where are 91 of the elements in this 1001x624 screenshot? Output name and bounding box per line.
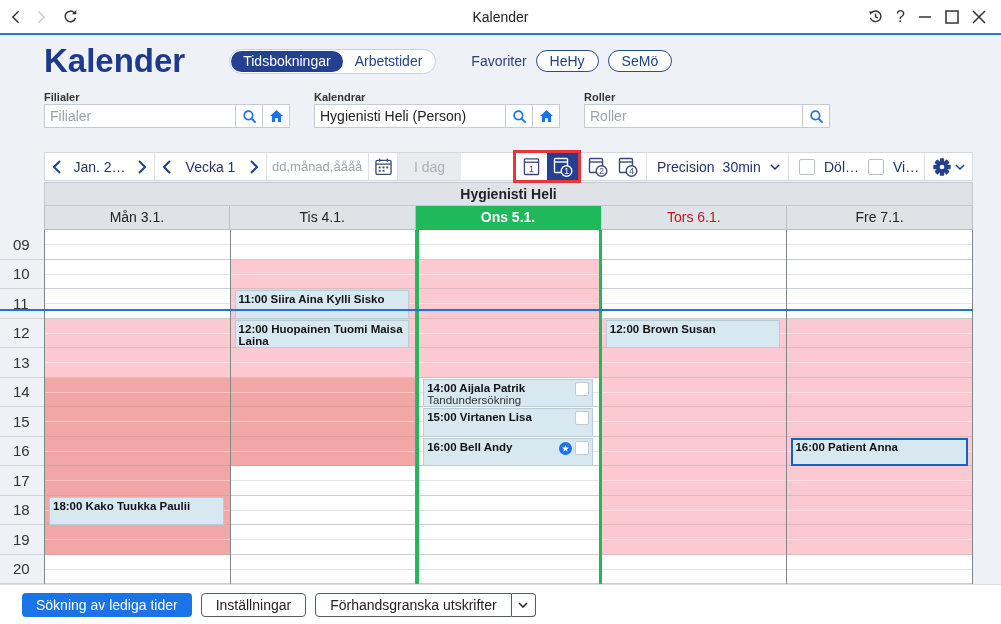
checkbox-option[interactable]: Döl… bbox=[789, 153, 858, 180]
appointment-title: 15:00 Virtanen Lisa bbox=[427, 411, 532, 424]
checkbox[interactable] bbox=[799, 158, 815, 175]
search-icon bbox=[242, 109, 256, 123]
hour-label: 11 bbox=[13, 294, 29, 312]
checkbox[interactable] bbox=[574, 381, 589, 396]
action-button[interactable]: Inställningar bbox=[200, 592, 307, 617]
reload-icon[interactable] bbox=[63, 9, 78, 24]
favorite-button[interactable]: HeHy bbox=[535, 50, 599, 72]
chevron-right-icon[interactable] bbox=[138, 159, 146, 174]
hour-label: 19 bbox=[13, 530, 30, 548]
home-button[interactable] bbox=[533, 104, 560, 128]
chevron-left-icon[interactable] bbox=[53, 159, 61, 174]
chevron-right-icon[interactable] bbox=[250, 159, 258, 174]
home-icon bbox=[539, 110, 553, 122]
favorite-button[interactable]: SeMö bbox=[607, 50, 673, 72]
chevron-left-icon[interactable] bbox=[11, 9, 20, 24]
close-icon[interactable] bbox=[972, 9, 986, 24]
settings-icon bbox=[932, 157, 951, 176]
appointment[interactable]: 11:00 Siira Aina Kylli Sisko bbox=[234, 290, 410, 319]
hour-label: 17 bbox=[13, 471, 30, 489]
day-header[interactable]: Tors 6.1. bbox=[601, 206, 788, 230]
day-header[interactable]: Tis 4.1. bbox=[229, 206, 416, 230]
help-button[interactable]: ? bbox=[896, 8, 905, 25]
view-button[interactable]: 4 bbox=[613, 153, 643, 180]
day-header[interactable]: Mån 3.1. bbox=[44, 206, 230, 230]
page-title: Kalender bbox=[44, 42, 186, 80]
appointment-note: Tandundersökning bbox=[427, 394, 522, 407]
home-icon bbox=[269, 110, 283, 122]
search-field[interactable]: Roller bbox=[584, 104, 803, 128]
favorites-label: Favoriter bbox=[471, 53, 527, 69]
field-label: Roller bbox=[584, 90, 616, 104]
caret-icon bbox=[954, 163, 965, 170]
appointment[interactable]: 18:00 Kako Tuukka Paulii bbox=[49, 496, 224, 525]
day-header[interactable]: Fre 7.1. bbox=[787, 206, 973, 230]
action-button[interactable]: Förhandsgranska utskrifter bbox=[315, 592, 512, 617]
field-label: Kalendrar bbox=[314, 90, 366, 104]
appointment-title: 12:00 Huopainen Tuomi Maisa Laina bbox=[238, 322, 404, 348]
checkbox[interactable] bbox=[868, 158, 884, 175]
precision-dropdown[interactable]: Precision 30min bbox=[646, 153, 789, 180]
hour-label: 18 bbox=[13, 501, 30, 519]
hour-label: 14 bbox=[13, 383, 30, 401]
view-button[interactable]: 1 bbox=[547, 153, 578, 180]
appointment-title: 16:00 Patient Anna bbox=[795, 440, 898, 453]
search-icon bbox=[809, 109, 823, 123]
mode-tab[interactable]: Tidsbokningar bbox=[231, 50, 343, 72]
appointment-title: 16:00 Bell Andy bbox=[427, 440, 513, 453]
search-button[interactable] bbox=[803, 104, 830, 128]
home-button[interactable] bbox=[263, 104, 290, 128]
search-icon bbox=[512, 109, 526, 123]
appointment[interactable]: 12:00 Brown Susan bbox=[605, 319, 781, 348]
hour-label: 16 bbox=[13, 442, 30, 460]
appointment[interactable]: 16:00 Patient Anna bbox=[791, 437, 968, 466]
appointment-title: 11:00 Siira Aina Kylli Sisko bbox=[238, 293, 385, 306]
search-button[interactable] bbox=[506, 104, 533, 128]
view-button[interactable]: 2 bbox=[583, 153, 613, 180]
month-selector[interactable]: Jan. 2… bbox=[73, 158, 126, 175]
search-field[interactable]: Hygienisti Heli (Person) bbox=[314, 104, 506, 128]
chevron-left-icon[interactable] bbox=[163, 159, 171, 174]
action-button[interactable]: Sökning av lediga tider bbox=[22, 592, 192, 617]
mode-tab[interactable]: Arbetstider bbox=[342, 50, 435, 72]
hour-label: 15 bbox=[13, 412, 30, 430]
hour-label: 20 bbox=[13, 560, 30, 578]
hour-label: 10 bbox=[13, 265, 30, 283]
caret-icon bbox=[518, 601, 529, 608]
week-selector[interactable]: Vecka 1 bbox=[185, 158, 236, 175]
appointment[interactable]: 15:00 Virtanen Lisa bbox=[423, 408, 593, 437]
caret-icon bbox=[769, 163, 780, 170]
appointment-title: 14:00 Aijala Patrik bbox=[427, 381, 526, 394]
appointment[interactable]: 16:00 Bell Andy bbox=[423, 437, 593, 466]
hour-label: 09 bbox=[13, 235, 30, 253]
search-button[interactable] bbox=[236, 104, 263, 128]
hour-label: 12 bbox=[13, 324, 30, 342]
calendar-day-icon: 1 bbox=[523, 157, 540, 176]
field-label: Filialer bbox=[44, 90, 80, 104]
checkbox[interactable] bbox=[574, 440, 589, 455]
dropdown-button[interactable] bbox=[511, 592, 536, 617]
hour-label: 13 bbox=[13, 353, 30, 371]
appointment-title: 12:00 Brown Susan bbox=[609, 322, 716, 335]
appointment-title: 18:00 Kako Tuukka Paulii bbox=[53, 499, 191, 512]
history-icon[interactable] bbox=[868, 9, 884, 24]
window-title: Kalender bbox=[472, 8, 529, 25]
appointment[interactable]: 14:00 Aijala Patrik Tandundersökning bbox=[423, 378, 593, 407]
checkbox[interactable] bbox=[574, 411, 589, 425]
maximize-icon[interactable] bbox=[945, 9, 959, 24]
checkbox-option[interactable]: Vi… bbox=[858, 153, 924, 180]
appointment[interactable]: 12:00 Huopainen Tuomi Maisa Laina bbox=[234, 319, 410, 348]
view-button[interactable]: 1 bbox=[516, 153, 547, 180]
resource-header: Hygienisti Heli bbox=[44, 182, 973, 206]
search-field[interactable]: Filialer bbox=[44, 104, 236, 128]
calendar-icon bbox=[374, 158, 392, 175]
